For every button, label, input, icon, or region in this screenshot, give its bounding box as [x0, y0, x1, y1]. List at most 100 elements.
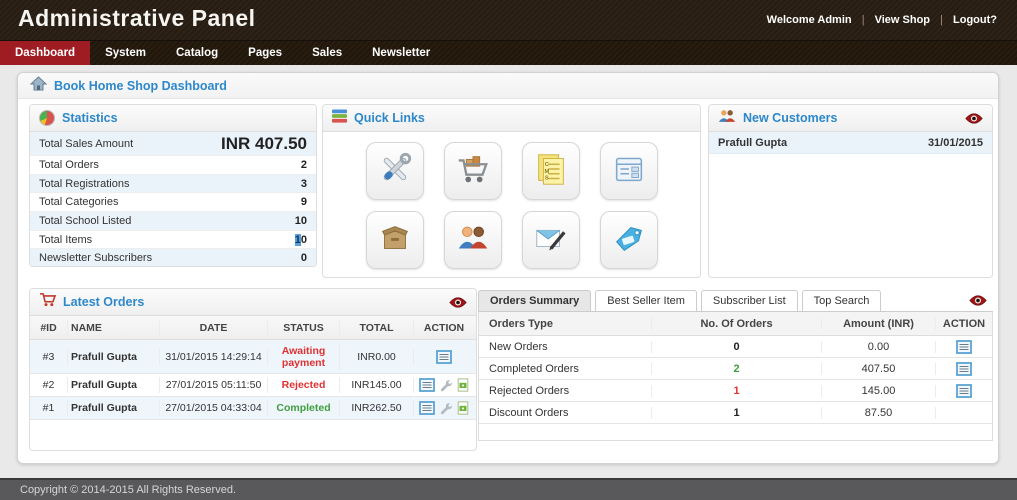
view-orders-icon[interactable]	[956, 361, 972, 376]
nav-item-pages[interactable]: Pages	[233, 41, 297, 65]
statistics-title: Statistics	[62, 111, 118, 125]
orders-summary-row: New Orders 0 0.00	[479, 336, 992, 358]
tab-subscriber-list[interactable]: Subscriber List	[700, 290, 798, 311]
breadcrumb-title: Book Home Shop Dashboard	[54, 78, 227, 93]
logout-link[interactable]: Logout?	[949, 14, 1001, 26]
view-order-icon[interactable]	[436, 349, 452, 364]
orders-type: Rejected Orders	[479, 384, 652, 397]
orders-action	[936, 339, 992, 354]
stat-value-rest: 0	[300, 233, 307, 246]
orders-type: Discount Orders	[479, 406, 652, 419]
tab-best-seller-item[interactable]: Best Seller Item	[595, 290, 697, 311]
copyright-text: Copyright © 2014-2015 All Rights Reserve…	[20, 484, 236, 496]
view-orders-icon[interactable]	[956, 383, 972, 398]
edit-order-wrench-icon[interactable]	[439, 379, 452, 392]
order-total: INR262.50	[340, 400, 414, 416]
separator: |	[940, 14, 943, 26]
stat-row: Total Orders 2	[30, 156, 316, 175]
quicklink-orders-button[interactable]	[365, 211, 424, 269]
edit-order-wrench-icon[interactable]	[439, 402, 452, 415]
orders-amount: 145.00	[822, 384, 936, 397]
nav-item-catalog[interactable]: Catalog	[161, 41, 233, 65]
quicklink-coupons-button[interactable]	[599, 211, 658, 269]
tab-orders-summary[interactable]: Orders Summary	[478, 290, 592, 311]
view-orders-icon[interactable]	[956, 339, 972, 354]
quick-links-title: Quick Links	[354, 111, 425, 125]
orders-tabs: Orders Summary Best Seller Item Subscrib…	[478, 288, 993, 312]
order-date: 27/01/2015 04:33:04	[160, 400, 268, 416]
user-links: Welcome Admin | View Shop | Logout?	[763, 14, 1001, 26]
cart-icon	[39, 292, 57, 312]
statistics-panel: Statistics Total Sales Amount INR 407.50…	[29, 104, 317, 267]
orders-count: 1	[652, 406, 822, 419]
orders-count: 2	[652, 362, 822, 375]
cms-pages-icon: C M S	[532, 150, 570, 193]
cart-icon	[454, 150, 492, 193]
invoice-icon[interactable]	[456, 401, 470, 415]
tab-top-search[interactable]: Top Search	[801, 290, 882, 311]
stat-value: 10	[294, 233, 307, 246]
view-order-icon[interactable]	[418, 401, 435, 415]
orders-count: 0	[652, 340, 822, 353]
stat-label: Total Categories	[39, 196, 119, 209]
stat-value: 10	[294, 214, 307, 227]
stat-value: 9	[300, 196, 307, 209]
pie-chart-icon	[39, 110, 55, 126]
statistics-rows: Total Sales Amount INR 407.50 Total Orde…	[30, 132, 316, 266]
order-date: 31/01/2015 14:29:14	[160, 348, 268, 365]
nav-item-dashboard[interactable]: Dashboard	[0, 41, 91, 65]
quicklink-customers-button[interactable]	[443, 211, 502, 269]
package-icon	[376, 219, 414, 262]
latest-orders-header: Latest Orders	[30, 289, 476, 316]
breadcrumb: Book Home Shop Dashboard	[18, 73, 998, 99]
content-container: Book Home Shop Dashboard Statistics Tota…	[17, 72, 999, 464]
stat-label: Total Orders	[39, 158, 99, 171]
order-row: #3 Prafull Gupta 31/01/2015 14:29:14 Awa…	[30, 340, 476, 374]
quick-links-header: Quick Links	[323, 105, 700, 132]
orders-summary-header-row: Orders Type No. Of Orders Amount (INR) A…	[479, 312, 992, 336]
order-actions	[414, 348, 474, 366]
nav-item-newsletter[interactable]: Newsletter	[357, 41, 445, 65]
quicklink-forms-button[interactable]	[599, 142, 658, 200]
stat-row: Total Sales Amount INR 407.50	[30, 132, 316, 156]
eye-icon[interactable]	[965, 112, 983, 125]
quicklink-cms-button[interactable]: C M S	[521, 142, 580, 200]
stat-row: Total School Listed 10	[30, 212, 316, 231]
new-customers-header: New Customers	[709, 105, 992, 132]
welcome-admin-link[interactable]: Welcome Admin	[763, 14, 856, 26]
stat-row: Total Registrations 3	[30, 174, 316, 194]
stat-label: Total Registrations	[39, 177, 130, 190]
quicklink-newsletter-button[interactable]	[521, 211, 580, 269]
eye-icon[interactable]	[969, 294, 987, 307]
orders-amount: 407.50	[822, 362, 936, 375]
customers-icon	[718, 109, 736, 128]
new-customers-title: New Customers	[743, 111, 838, 125]
stat-value: 3	[300, 177, 307, 190]
stat-value: INR 407.50	[221, 133, 307, 153]
order-date: 27/01/2015 05:11:50	[160, 377, 268, 393]
quicklink-catalog-button[interactable]	[443, 142, 502, 200]
eye-icon[interactable]	[449, 296, 467, 309]
admin-dashboard-page: Administrative Panel Welcome Admin | Vie…	[0, 0, 1017, 500]
order-status: Rejected	[268, 377, 340, 393]
column-header-action: ACTION	[423, 321, 465, 334]
orders-summary-row: Completed Orders 2 407.50	[479, 358, 992, 380]
invoice-icon[interactable]	[456, 378, 470, 392]
separator: |	[861, 14, 865, 26]
order-total: INR145.00	[340, 377, 414, 393]
nav-item-sales[interactable]: Sales	[297, 41, 357, 65]
order-status: Awaiting payment	[268, 342, 340, 371]
column-header-status: STATUS	[268, 319, 340, 336]
view-shop-link[interactable]: View Shop	[871, 14, 934, 26]
quicklink-settings-button[interactable]	[365, 142, 424, 200]
nav-item-system[interactable]: System	[90, 41, 161, 65]
top-header: Administrative Panel Welcome Admin | Vie…	[0, 0, 1017, 40]
order-status: Completed	[268, 400, 340, 416]
stat-label: Total School Listed	[39, 214, 132, 227]
svg-text:M: M	[544, 168, 549, 174]
order-name: Prafull Gupta	[68, 348, 160, 365]
view-order-icon[interactable]	[418, 378, 435, 392]
page-title: Administrative Panel	[18, 5, 256, 31]
tools-icon	[376, 150, 414, 193]
newsletter-icon	[532, 219, 570, 262]
